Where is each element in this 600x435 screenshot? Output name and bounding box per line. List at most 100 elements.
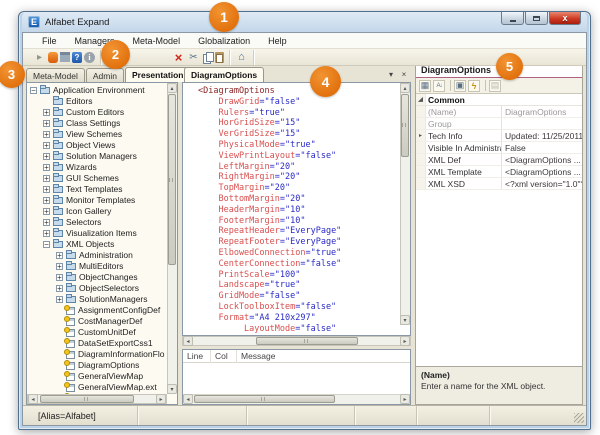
property-row[interactable]: ▸ Tech Info Updated: 11/25/2011 by — [416, 130, 582, 142]
tree-item[interactable]: + Monitor Templates — [28, 195, 166, 206]
scroll-right-icon[interactable]: ▸ — [400, 336, 410, 346]
tree-expander[interactable]: + — [43, 131, 50, 138]
tree-expander[interactable]: + — [43, 230, 50, 237]
editor-horizontal-scrollbar[interactable]: ◂ ▸ — [182, 336, 411, 346]
tree-expander[interactable]: − — [30, 87, 37, 94]
scroll-thumb[interactable] — [40, 395, 134, 403]
property-expander[interactable] — [416, 142, 426, 153]
tree-item[interactable]: Editors — [28, 96, 166, 107]
tree-item[interactable]: − Application Environment — [28, 85, 166, 96]
extra-icon[interactable] — [489, 80, 501, 92]
tree-expander[interactable]: + — [43, 109, 50, 116]
scroll-up-icon[interactable]: ▴ — [167, 83, 177, 93]
property-value[interactable] — [502, 118, 582, 129]
tab-menu-icon[interactable]: ▾ — [385, 68, 397, 80]
minimize-button[interactable] — [501, 12, 524, 25]
resize-grip[interactable] — [574, 413, 584, 423]
tree-item[interactable]: + Solution Managers — [28, 151, 166, 162]
tree-expander[interactable]: + — [56, 285, 63, 292]
tree-vertical-scrollbar[interactable]: ▴ ▾ — [167, 83, 177, 394]
tree-item[interactable]: + Selectors — [28, 217, 166, 228]
help-icon[interactable] — [72, 52, 82, 63]
delete-icon[interactable] — [172, 51, 185, 64]
paste-icon[interactable] — [215, 52, 224, 63]
tree-expander[interactable]: + — [56, 252, 63, 259]
scroll-left-icon[interactable]: ◂ — [183, 394, 193, 404]
tree-horizontal-scrollbar[interactable]: ◂ ▸ — [27, 394, 167, 404]
property-value[interactable]: <?xml version="1.0"?>... — [502, 178, 582, 189]
title-bar[interactable]: E Alfabet Expand x — [22, 12, 587, 32]
scroll-left-icon[interactable]: ◂ — [28, 394, 38, 404]
tree-item[interactable]: + MultiEditors — [28, 261, 166, 272]
cut-icon[interactable] — [187, 51, 200, 64]
tree-expander[interactable]: + — [43, 186, 50, 193]
property-row[interactable]: XML Template <DiagramOptions ... — [416, 166, 582, 178]
xml-editor[interactable]: <DiagramOptions DrawGrid="false"Rulers="… — [182, 82, 411, 336]
tree-item[interactable]: + Icon Gallery — [28, 206, 166, 217]
menu-item[interactable]: Help — [259, 34, 296, 48]
property-value[interactable]: <DiagramOptions ... — [502, 154, 582, 165]
property-row[interactable]: XML XSD <?xml version="1.0"?>... — [416, 178, 582, 190]
tree-item[interactable]: + Object Views — [28, 140, 166, 151]
tree-item[interactable]: + Custom Editors — [28, 107, 166, 118]
tree-item[interactable]: + Text Templates — [28, 184, 166, 195]
save-icon[interactable] — [60, 52, 70, 62]
tree-item[interactable]: DiagramInformationFlo — [28, 349, 166, 360]
tree-item[interactable]: + GUI Schemes — [28, 173, 166, 184]
scroll-thumb[interactable] — [194, 395, 335, 403]
scroll-right-icon[interactable]: ▸ — [400, 394, 410, 404]
tree-expander[interactable]: + — [43, 142, 50, 149]
property-value[interactable]: <DiagramOptions ... — [502, 166, 582, 177]
left-tab[interactable]: Meta-Model — [26, 68, 85, 82]
tree-expander[interactable]: + — [43, 208, 50, 215]
message-column-header[interactable]: Message — [237, 350, 410, 363]
tree-item[interactable]: DiagramOptions — [28, 360, 166, 371]
menu-item[interactable]: Globalization — [189, 34, 259, 48]
alfabet-icon[interactable] — [48, 52, 58, 63]
scroll-right-icon[interactable]: ▸ — [156, 394, 166, 404]
message-column-header[interactable]: Line — [183, 350, 211, 363]
tree-item[interactable]: CostManagerDef — [28, 316, 166, 327]
tree-expander[interactable]: + — [43, 219, 50, 226]
menu-item[interactable]: File — [33, 34, 66, 48]
property-expander[interactable] — [416, 178, 426, 189]
xml-code[interactable]: <DiagramOptions DrawGrid="false"Rulers="… — [198, 86, 399, 335]
tree-expander[interactable]: + — [43, 153, 50, 160]
editor-vertical-scrollbar[interactable]: ▴ ▾ — [400, 83, 410, 325]
scroll-up-icon[interactable]: ▴ — [400, 83, 410, 93]
tree-expander[interactable]: + — [56, 296, 63, 303]
property-value[interactable]: False — [502, 142, 582, 153]
property-row[interactable]: XML Def <DiagramOptions ... — [416, 154, 582, 166]
message-column-header[interactable]: Col — [211, 350, 237, 363]
property-row[interactable]: Group — [416, 118, 582, 130]
pages-icon[interactable] — [454, 80, 466, 92]
property-expander[interactable]: ▸ — [416, 130, 426, 141]
menu-item[interactable]: Meta-Model — [124, 34, 190, 48]
tab-close-icon[interactable]: × — [398, 68, 410, 80]
left-tab[interactable]: Presentation — [125, 67, 191, 82]
property-row[interactable]: (Name) DiagramOptions — [416, 106, 582, 118]
property-value[interactable]: DiagramOptions — [502, 106, 582, 117]
tree-item[interactable]: + View Schemes — [28, 129, 166, 140]
xml-editor-tab[interactable]: DiagramOptions — [184, 67, 264, 82]
tree-item[interactable]: + SolutionManagers — [28, 294, 166, 305]
tree-expander[interactable]: + — [56, 274, 63, 281]
categorized-icon[interactable] — [419, 80, 431, 92]
tree-expander[interactable]: − — [43, 241, 50, 248]
tree-item[interactable]: GeneralViewMap.ext — [28, 382, 166, 393]
tree-item[interactable]: + Visualization Items — [28, 228, 166, 239]
sort-icon[interactable] — [433, 80, 445, 92]
tree-expander[interactable]: + — [43, 175, 50, 182]
scroll-thumb[interactable] — [401, 94, 409, 157]
property-expander[interactable] — [416, 118, 426, 129]
tree-item[interactable]: DataSetExportCss1 — [28, 338, 166, 349]
category-collapse-icon[interactable]: ◢ — [416, 94, 426, 105]
tree-expander[interactable]: + — [43, 120, 50, 127]
tree-item[interactable]: AssignmentConfigDef — [28, 305, 166, 316]
tree-item[interactable]: + Administration — [28, 250, 166, 261]
property-expander[interactable] — [416, 154, 426, 165]
message-list[interactable] — [183, 363, 410, 384]
tree-item[interactable]: GeneralViewMap — [28, 371, 166, 382]
tree-item[interactable]: CustomUnitDef — [28, 327, 166, 338]
tree-item[interactable]: + Wizards — [28, 162, 166, 173]
